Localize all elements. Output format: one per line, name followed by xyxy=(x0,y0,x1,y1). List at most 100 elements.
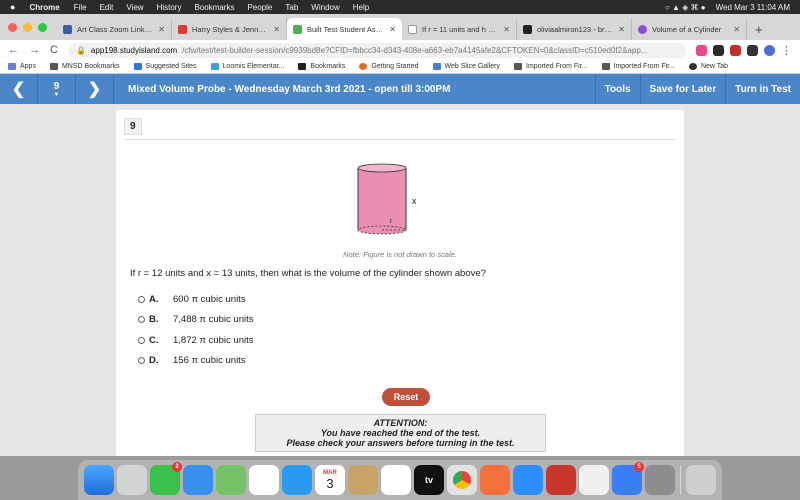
zoom-window-button[interactable] xyxy=(38,22,47,32)
extension-icon[interactable] xyxy=(713,44,724,56)
trash-icon[interactable] xyxy=(686,465,716,495)
menu-file[interactable]: File xyxy=(74,3,87,12)
radio-button[interactable] xyxy=(138,357,145,364)
browser-tab[interactable]: Volume of a Cylinder ✕ xyxy=(632,18,747,40)
tools-button[interactable]: Tools xyxy=(594,74,640,104)
reminders-icon[interactable] xyxy=(381,465,411,495)
facetime-icon[interactable] xyxy=(282,465,312,495)
height-label: x xyxy=(412,196,417,206)
extension-icon[interactable] xyxy=(696,44,707,56)
bookmark-item[interactable]: Suggested Sites xyxy=(133,63,197,70)
close-tab-icon[interactable]: ✕ xyxy=(618,25,625,34)
extension-icon[interactable] xyxy=(747,44,758,56)
profile-avatar[interactable] xyxy=(764,44,775,56)
bookmark-label: MNSD Bookmarks xyxy=(61,63,120,70)
bookmark-item[interactable]: Bookmarks xyxy=(298,63,345,70)
apple-icon[interactable]: ● xyxy=(10,2,15,12)
contacts-icon[interactable] xyxy=(348,465,378,495)
close-tab-icon[interactable]: ✕ xyxy=(733,25,740,34)
folder-icon xyxy=(49,63,58,70)
folder-icon xyxy=(601,63,610,70)
close-tab-icon[interactable]: ✕ xyxy=(503,25,510,34)
bookmark-item[interactable]: New Tab xyxy=(688,63,728,70)
next-question-button[interactable]: ❯ xyxy=(76,74,114,104)
close-tab-icon[interactable]: ✕ xyxy=(273,25,280,34)
maps-icon[interactable] xyxy=(216,465,246,495)
bookmark-item[interactable]: Loomis Elementar... xyxy=(210,63,284,70)
test-title: Mixed Volume Probe - Wednesday March 3rd… xyxy=(128,83,451,95)
menu-bookmarks[interactable]: Bookmarks xyxy=(194,3,234,12)
answer-option-d[interactable]: D. 156 π cubic units xyxy=(138,355,246,366)
bookmark-apps[interactable]: Apps xyxy=(8,63,36,70)
browser-tab[interactable]: If r = 11 units and h = 7 un ✕ xyxy=(402,18,517,40)
status-icons[interactable]: ○ ▲ ◈ ⌘ ● xyxy=(665,3,706,12)
tab-title: Volume of a Cylinder xyxy=(652,24,722,34)
menu-help[interactable]: Help xyxy=(353,3,369,12)
preview-icon[interactable] xyxy=(579,465,609,495)
url-domain: app198.studyisland.com xyxy=(90,45,178,55)
calendar-icon[interactable]: MAR 3 xyxy=(315,465,345,495)
attention-line-1: You have reached the end of the test. xyxy=(320,428,481,438)
bookmark-item[interactable]: Web Slice Gallery xyxy=(432,63,500,70)
bookmark-item[interactable]: Getting Started xyxy=(359,63,419,70)
answer-option-c[interactable]: C. 1,872 π cubic units xyxy=(138,335,254,346)
browser-tab[interactable]: Harry Styles & Jenny Lew ✕ xyxy=(172,18,287,40)
tab-favicon-icon xyxy=(178,24,187,34)
radio-button[interactable] xyxy=(138,296,145,303)
messages-icon[interactable]: 2 xyxy=(150,462,182,495)
menubar-datetime[interactable]: Wed Mar 3 11:04 AM xyxy=(716,3,790,12)
bookmark-item[interactable]: Imported From Fir... xyxy=(601,63,675,70)
finder-icon[interactable] xyxy=(84,465,114,495)
back-icon[interactable]: ← xyxy=(8,44,19,56)
radio-button[interactable] xyxy=(138,316,145,323)
turn-in-test-button[interactable]: Turn in Test xyxy=(725,74,800,104)
new-tab-button[interactable]: + xyxy=(747,18,771,40)
forward-icon[interactable]: → xyxy=(29,44,40,56)
previous-question-button[interactable]: ❮ xyxy=(0,74,38,104)
launchpad-icon[interactable] xyxy=(117,465,147,495)
save-for-later-button[interactable]: Save for Later xyxy=(639,74,726,104)
close-tab-icon[interactable]: ✕ xyxy=(158,25,165,34)
extension-icon[interactable] xyxy=(730,44,741,56)
minimize-window-button[interactable] xyxy=(23,22,32,32)
among-us-icon[interactable] xyxy=(546,465,576,495)
menubar-app-name[interactable]: Chrome xyxy=(29,3,59,12)
menu-window[interactable]: Window xyxy=(311,3,339,12)
bookmark-item[interactable]: Imported From Fir... xyxy=(514,63,588,70)
reload-icon[interactable]: C xyxy=(50,44,58,56)
menu-view[interactable]: View xyxy=(126,3,143,12)
bookmark-item[interactable]: MNSD Bookmarks xyxy=(49,63,120,70)
zoom-icon[interactable] xyxy=(513,465,543,495)
chevron-down-icon: ▼ xyxy=(53,91,60,98)
radio-button[interactable] xyxy=(138,337,145,344)
browser-tab[interactable]: Art Class Zoom Link | Sch ✕ xyxy=(57,18,172,40)
answer-option-b[interactable]: B. 7,488 π cubic units xyxy=(138,314,254,325)
garageband-icon[interactable] xyxy=(480,465,510,495)
system-preferences-icon[interactable] xyxy=(645,465,675,495)
close-window-button[interactable] xyxy=(8,22,17,32)
tab-favicon-icon xyxy=(638,24,647,34)
browser-tab[interactable]: oliviaalmiron123 - brainly ✕ xyxy=(517,18,632,40)
mail-icon[interactable] xyxy=(183,465,213,495)
macos-dock: 2 MAR 3 tv 5 xyxy=(0,456,800,500)
bookmark-label: Imported From Fir... xyxy=(613,63,675,70)
window-controls xyxy=(8,14,47,40)
question-selector[interactable]: 9 ▼ xyxy=(38,74,76,104)
answer-option-a[interactable]: A. 600 π cubic units xyxy=(138,294,246,305)
more-menu-icon[interactable]: ⋮ xyxy=(781,44,792,57)
menu-people[interactable]: People xyxy=(247,3,272,12)
app-store-icon[interactable]: 5 xyxy=(612,462,644,495)
tab-favicon-icon xyxy=(63,24,72,34)
url-input[interactable]: 🔒 app198.studyisland.com/cfw/test/test-b… xyxy=(67,42,686,58)
chrome-icon[interactable] xyxy=(447,465,477,495)
reset-button[interactable]: Reset xyxy=(382,388,430,406)
close-tab-icon[interactable]: ✕ xyxy=(389,25,396,34)
apple-tv-icon[interactable]: tv xyxy=(414,465,444,495)
browser-tab-active[interactable]: Built Test Student Assign ✕ xyxy=(287,18,402,40)
menu-history[interactable]: History xyxy=(157,3,182,12)
photos-icon[interactable] xyxy=(249,465,279,495)
menu-edit[interactable]: Edit xyxy=(100,3,114,12)
tab-title: Art Class Zoom Link | Sch xyxy=(77,24,153,34)
option-value: 7,488 π cubic units xyxy=(173,314,254,325)
menu-tab[interactable]: Tab xyxy=(285,3,298,12)
